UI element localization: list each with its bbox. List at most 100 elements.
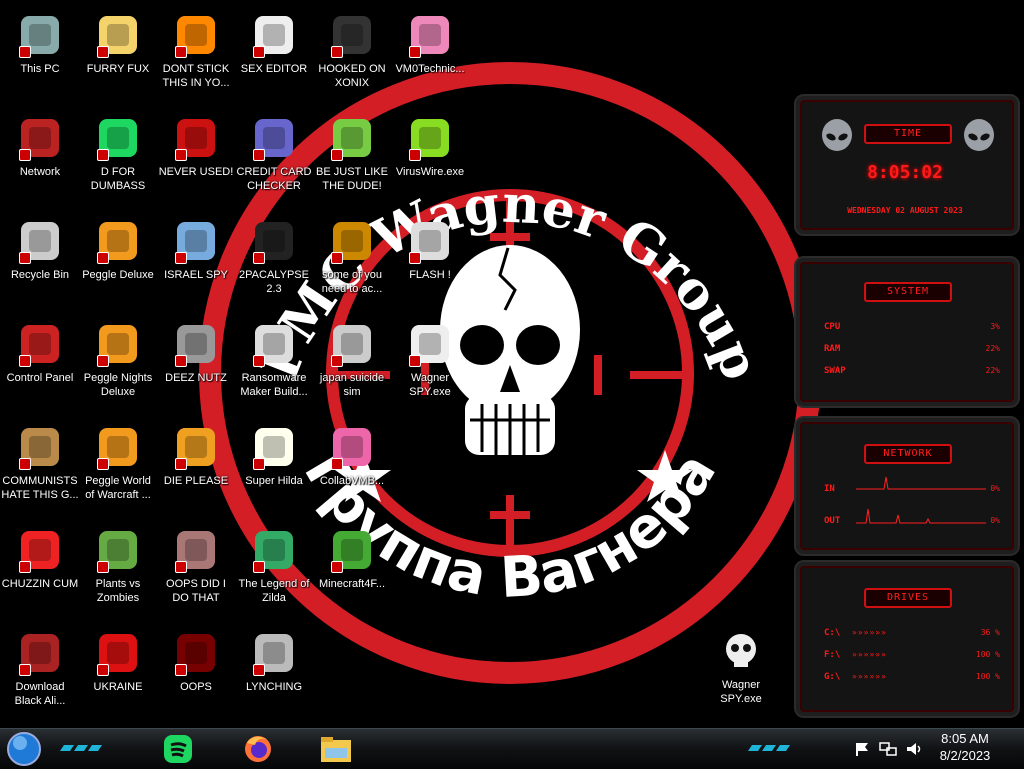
desktop-icon[interactable]: Control Panel bbox=[1, 315, 79, 413]
shortcut-overlay-icon bbox=[175, 149, 187, 161]
shortcut-overlay-icon bbox=[253, 664, 265, 676]
desktop-icon[interactable]: Plants vs Zombies bbox=[79, 521, 157, 619]
money-bag-icon bbox=[17, 424, 63, 470]
tray-volume[interactable] bbox=[902, 731, 926, 767]
desktop-icon[interactable]: CREDIT CARD CHECKER bbox=[235, 109, 313, 207]
desktop-icon[interactable]: Ransomware Maker Build... bbox=[235, 315, 313, 413]
desktop-icon[interactable]: japan suicide sim bbox=[313, 315, 391, 413]
desktop-icon[interactable]: OOPS bbox=[157, 624, 235, 722]
desktop-icon[interactable]: VM0Technic... bbox=[391, 6, 469, 104]
shortcut-overlay-icon bbox=[97, 664, 109, 676]
system-gadget[interactable]: SYSTEM CPU 3% RAM 22% SWAP 22% bbox=[794, 256, 1020, 408]
desktop-icon[interactable]: COMMUNISTS HATE THIS G... bbox=[1, 418, 79, 516]
shortcut-overlay-icon bbox=[97, 252, 109, 264]
desktop-icon-label: Peggle Deluxe bbox=[82, 269, 154, 281]
desktop-icon-label: 2PACALYPSE 2.3 bbox=[239, 269, 309, 295]
taskbar-clock[interactable]: 8:05 AM 8/2/2023 bbox=[930, 730, 1000, 764]
network-gadget[interactable]: NETWORK IN 0% OUT 0% bbox=[794, 416, 1020, 556]
desktop-icon[interactable]: This PC bbox=[1, 6, 79, 104]
desktop-icon[interactable]: NEVER USED! bbox=[157, 109, 235, 207]
tray-action-center[interactable] bbox=[850, 731, 874, 767]
gadget-clock: 8:05:02 bbox=[867, 162, 943, 183]
desktop-icon[interactable]: DONT STICK THIS IN YO... bbox=[157, 6, 235, 104]
desktop-icon-label: LYNCHING bbox=[245, 681, 303, 693]
drives-gadget-title: DRIVES bbox=[864, 588, 952, 608]
taskbar-explorer-button[interactable] bbox=[316, 731, 356, 767]
desktop-icon[interactable]: Wagner SPY.exe bbox=[702, 622, 780, 720]
shortcut-overlay-icon bbox=[97, 458, 109, 470]
desktop-icon[interactable]: CollabVMB... bbox=[313, 418, 391, 516]
skull-icon bbox=[407, 321, 453, 367]
desktop-icon[interactable]: VirusWire.exe bbox=[391, 109, 469, 207]
desktop-icon[interactable]: CHUZZIN CUM bbox=[1, 521, 79, 619]
desktop-icon-label: Plants vs Zombies bbox=[95, 578, 141, 604]
desktop-icon[interactable]: OOPS DID I DO THAT bbox=[157, 521, 235, 619]
shortcut-overlay-icon bbox=[331, 355, 343, 367]
computer-icon bbox=[17, 12, 63, 58]
shortcut-overlay-icon bbox=[97, 561, 109, 573]
pixel-hero-icon bbox=[251, 527, 297, 573]
shortcut-overlay-icon bbox=[253, 355, 265, 367]
gadget-row-value: 0% bbox=[990, 516, 1000, 525]
desktop-icon[interactable]: LYNCHING bbox=[235, 624, 313, 722]
desktop-icon-label: japan suicide sim bbox=[319, 372, 385, 398]
desktop-icon[interactable]: Peggle Deluxe bbox=[79, 212, 157, 310]
desktop-icon[interactable]: Recycle Bin bbox=[1, 212, 79, 310]
desktop-icon[interactable]: D FOR DUMBASS bbox=[79, 109, 157, 207]
start-button[interactable] bbox=[4, 731, 44, 767]
desktop-icon[interactable]: Network bbox=[1, 109, 79, 207]
tray-network[interactable] bbox=[876, 731, 900, 767]
desktop-icon[interactable]: Wagner SPY.exe bbox=[391, 315, 469, 413]
desktop-icon-label: Wagner SPY.exe bbox=[409, 372, 451, 398]
shortcut-overlay-icon bbox=[253, 149, 265, 161]
drives-gadget[interactable]: DRIVES C:\ 36 % »»»»»» F:\ 100 % »»»»»» G:\ 100… bbox=[794, 560, 1020, 718]
desktop-icon[interactable]: some of you need to ac... bbox=[313, 212, 391, 310]
minecraft-icon bbox=[329, 527, 375, 573]
system-gadget-title: SYSTEM bbox=[864, 282, 952, 302]
gadget-row-label: C:\ bbox=[824, 628, 841, 638]
shortcut-overlay-icon bbox=[331, 458, 343, 470]
desktop-icon[interactable]: The Legend of Zilda bbox=[235, 521, 313, 619]
shortcut-overlay-icon bbox=[331, 561, 343, 573]
shortcut-overlay-icon bbox=[19, 149, 31, 161]
taskbar-spotify-button[interactable] bbox=[158, 731, 198, 767]
network-tray-icon bbox=[879, 742, 897, 756]
spotify-icon bbox=[95, 115, 141, 161]
shortcut-overlay-icon bbox=[175, 46, 187, 58]
desktop-icon-label: some of you need to ac... bbox=[321, 269, 383, 295]
shortcut-overlay-icon bbox=[97, 355, 109, 367]
desktop-icon[interactable]: Peggle Nights Deluxe bbox=[79, 315, 157, 413]
shortcut-overlay-icon bbox=[19, 355, 31, 367]
desktop-icon[interactable]: Download Black Ali... bbox=[1, 624, 79, 722]
desktop-icon[interactable]: Minecraft4F... bbox=[313, 521, 391, 619]
desktop-icon-label: Download Black Ali... bbox=[14, 681, 66, 707]
desktop-icon[interactable]: ISRAEL SPY bbox=[157, 212, 235, 310]
desktop-icon[interactable]: BE JUST LIKE THE DUDE! bbox=[313, 109, 391, 207]
volume-icon bbox=[907, 743, 921, 755]
desktop-icon-label: NEVER USED! bbox=[158, 166, 234, 178]
desktop-icon-label: CollabVMB... bbox=[319, 475, 385, 487]
desktop-icon[interactable]: FURRY FUX bbox=[79, 6, 157, 104]
desktop-icon[interactable]: DEEZ NUTZ bbox=[157, 315, 235, 413]
time-gadget[interactable]: TIME 8:05:02 WEDNESDAY 02 AUGUST 2023 bbox=[794, 94, 1020, 236]
time-gadget-title: TIME bbox=[864, 124, 952, 144]
desktop-icon[interactable]: Peggle World of Warcraft ... bbox=[79, 418, 157, 516]
network-share-icon bbox=[173, 218, 219, 264]
desktop-icon[interactable]: Super Hilda bbox=[235, 418, 313, 516]
desktop-icon[interactable]: HOOKED ON XONIX bbox=[313, 6, 391, 104]
file-explorer-icon bbox=[321, 737, 351, 762]
desktop-icon[interactable]: DIE PLEASE bbox=[157, 418, 235, 516]
dev-icon bbox=[173, 115, 219, 161]
desktop-icon[interactable]: SEX EDITOR bbox=[235, 6, 313, 104]
desktop-icon[interactable]: 2PACALYPSE 2.3 bbox=[235, 212, 313, 310]
desktop-icon-label: This PC bbox=[20, 63, 60, 75]
desktop-icon[interactable]: FLASH ! bbox=[391, 212, 469, 310]
desktop-icon-label: DONT STICK THIS IN YO... bbox=[162, 63, 230, 89]
radiation-icon bbox=[95, 630, 141, 676]
desktop-icon-label: Ransomware Maker Build... bbox=[240, 372, 308, 398]
desktop-icon-label: Super Hilda bbox=[245, 475, 303, 487]
desktop-icon-label: Peggle World of Warcraft ... bbox=[85, 475, 151, 501]
desktop-icon-label: DEEZ NUTZ bbox=[165, 372, 227, 384]
taskbar-firefox-button[interactable] bbox=[238, 731, 278, 767]
desktop-icon[interactable]: UKRAINE bbox=[79, 624, 157, 722]
